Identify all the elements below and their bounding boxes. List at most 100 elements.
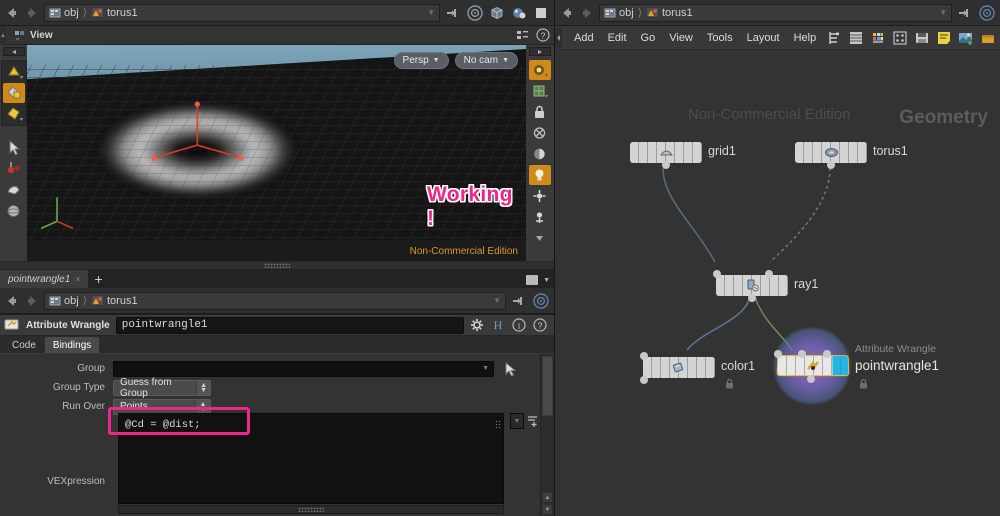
more-options-icon[interactable] — [529, 228, 551, 248]
spinner-icon[interactable]: ▲ ▼ — [196, 380, 210, 395]
info-icon[interactable]: i — [512, 318, 526, 332]
path-crumb-torus1[interactable]: torus1 — [91, 6, 138, 19]
node-body[interactable] — [716, 275, 788, 296]
node-color1[interactable]: color1 — [640, 352, 755, 389]
menu-edit[interactable]: Edit — [601, 30, 634, 46]
pane-layout-icon[interactable] — [516, 29, 530, 42]
handles-icon[interactable] — [529, 186, 551, 206]
node-ray1[interactable]: ray1 — [713, 270, 818, 302]
help-icon[interactable]: ? — [536, 28, 550, 42]
menu-view[interactable]: View — [662, 30, 700, 46]
pin-icon[interactable] — [956, 4, 974, 22]
params-path-field[interactable]: obj ⟩ torus1 ▼ — [44, 291, 506, 310]
node-torus1[interactable]: torus1 — [795, 142, 908, 169]
viewer-tab[interactable]: View — [14, 29, 53, 41]
forward-arrow-icon[interactable] — [579, 5, 595, 21]
node-body[interactable] — [630, 142, 702, 163]
scroll-down-button[interactable]: ▼ — [542, 504, 553, 515]
node-output-port[interactable] — [827, 161, 835, 169]
lock-icon[interactable] — [529, 102, 551, 122]
viewport-camera-dropdown[interactable]: No cam ▼ — [454, 52, 518, 69]
menu-add[interactable]: Add — [567, 30, 601, 46]
display-geometry-icon[interactable] — [529, 81, 551, 101]
chevron-down-icon[interactable]: ▼ — [939, 8, 947, 17]
vexpression-dropdown[interactable]: ▼ — [510, 413, 524, 429]
node-output-port[interactable] — [807, 375, 815, 383]
close-icon[interactable]: × — [75, 274, 80, 284]
chevron-down-icon[interactable]: ▼ — [543, 277, 550, 284]
forward-arrow-icon[interactable] — [24, 293, 40, 309]
display-points-icon[interactable] — [529, 60, 551, 80]
sphere-icon[interactable] — [510, 4, 528, 22]
pin-icon[interactable] — [510, 292, 528, 310]
network-path-field[interactable]: obj ⟩ torus1 ▼ — [599, 3, 952, 22]
back-arrow-icon[interactable] — [4, 293, 20, 309]
node-input-port-1[interactable] — [798, 350, 806, 358]
viewer-bottom-scroll[interactable] — [0, 261, 554, 269]
snapping-icon[interactable] — [529, 207, 551, 227]
target-icon[interactable] — [466, 4, 484, 22]
chevron-down-icon[interactable]: ▼ — [482, 365, 489, 372]
shading-icon[interactable] — [529, 144, 551, 164]
node-pointwrangle1[interactable]: Attribute Wrangle pointwrangle1 — [774, 328, 939, 404]
node-body[interactable] — [795, 142, 867, 163]
viewport-3d[interactable]: Persp ▼ No cam ▼ Working ! Non-Commercia… — [27, 45, 526, 261]
path-crumb-obj[interactable]: obj — [49, 7, 79, 19]
network-tree-icon[interactable] — [825, 29, 843, 47]
menu-help[interactable]: Help — [787, 30, 824, 46]
node-grid1[interactable]: grid1 — [630, 142, 736, 169]
viewport-persp-dropdown[interactable]: Persp ▼ — [393, 52, 449, 69]
node-input-port-1[interactable] — [765, 270, 773, 278]
box-icon[interactable] — [979, 29, 997, 47]
menu-layout[interactable]: Layout — [740, 30, 787, 46]
vexpression-hscroll[interactable] — [118, 505, 504, 514]
node-body[interactable] — [643, 357, 715, 378]
tab-code[interactable]: Code — [4, 337, 44, 353]
pane-collapse-arrow[interactable]: ▲ — [0, 26, 6, 45]
vexpression-add-icon[interactable] — [526, 412, 540, 428]
network-canvas[interactable]: Non-Commercial Edition Geometry grid1 to… — [555, 50, 1000, 516]
object-select-icon[interactable] — [3, 62, 25, 82]
add-tab-button[interactable]: + — [88, 270, 110, 288]
snapshot-icon[interactable] — [913, 29, 931, 47]
vexpression-input[interactable]: @Cd = @dist; — [118, 413, 504, 504]
node-input-port-0[interactable] — [774, 350, 782, 358]
sphere-tool-icon[interactable] — [3, 201, 25, 221]
menu-tools[interactable]: Tools — [700, 30, 740, 46]
tab-bindings[interactable]: Bindings — [44, 337, 100, 353]
group-picker-icon[interactable] — [502, 361, 518, 377]
view-tool-icon[interactable] — [3, 180, 25, 200]
ghost-icon[interactable] — [529, 123, 551, 143]
node-input-port-0[interactable] — [713, 270, 721, 278]
target-icon[interactable] — [978, 4, 996, 22]
node-output-port[interactable] — [662, 161, 670, 169]
toolbar-collapse-right[interactable] — [529, 47, 551, 56]
box-icon[interactable] — [488, 4, 506, 22]
handle-tool-icon[interactable] — [3, 159, 25, 179]
node-output-port[interactable] — [748, 294, 756, 302]
tab-pointwrangle1[interactable]: pointwrangle1 × — [0, 270, 88, 288]
node-input-port[interactable] — [640, 352, 648, 360]
houdini-h-icon[interactable]: H — [491, 318, 505, 332]
chevron-down-icon[interactable]: ▼ — [427, 8, 435, 17]
node-body[interactable] — [776, 355, 850, 377]
light-icon[interactable] — [529, 165, 551, 185]
gear-icon[interactable] — [470, 318, 484, 332]
image-icon[interactable] — [957, 29, 975, 47]
group-type-dropdown[interactable]: Guess from Group ▲ ▼ — [113, 377, 211, 399]
path-crumb-obj[interactable]: obj — [49, 295, 79, 307]
color-grid-icon[interactable] — [869, 29, 887, 47]
dot-grid-icon[interactable] — [891, 29, 909, 47]
menu-go[interactable]: Go — [634, 30, 663, 46]
vertical-scrollbar-thumb[interactable] — [542, 356, 553, 416]
chevron-down-icon[interactable]: ▼ — [493, 296, 501, 305]
node-name-input[interactable]: pointwrangle1 — [115, 316, 464, 334]
pointer-tool-icon[interactable] — [3, 138, 25, 158]
path-crumb-obj[interactable]: obj — [604, 7, 634, 19]
square-icon[interactable] — [532, 4, 550, 22]
node-input-port-2[interactable] — [823, 350, 831, 358]
path-field[interactable]: obj ⟩ torus1 ▼ — [44, 3, 440, 22]
primitive-select-icon[interactable] — [3, 104, 25, 124]
group-input[interactable]: ▼ — [113, 360, 494, 377]
path-crumb-torus1[interactable]: torus1 — [91, 294, 138, 307]
